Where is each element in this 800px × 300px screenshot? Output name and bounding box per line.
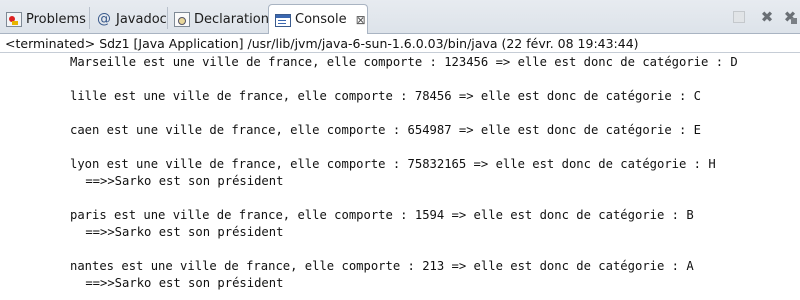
tab-declaration-label: Declaration xyxy=(194,11,269,27)
tab-declaration[interactable]: Declaration xyxy=(168,5,269,33)
console-line: nantes est une ville de france, elle com… xyxy=(70,259,694,273)
tab-problems[interactable]: Problems xyxy=(0,5,90,33)
tab-javadoc-label: Javadoc xyxy=(116,11,167,27)
tab-console[interactable]: Console ⊠ xyxy=(268,4,368,34)
process-status-line: <terminated> Sdz1 [Java Application] /us… xyxy=(0,34,800,53)
console-line: Marseille est une ville de france, elle … xyxy=(70,55,738,69)
console-line: paris est une ville de france, elle comp… xyxy=(70,208,694,222)
console-line: ==>>Sarko est son président xyxy=(78,276,284,290)
remove-launch-icon[interactable]: ✖ xyxy=(760,10,774,25)
terminate-icon[interactable] xyxy=(733,11,745,23)
view-tab-bar: Problems @ Javadoc Declaration Console ⊠… xyxy=(0,0,800,34)
console-line: ==>>Sarko est son président xyxy=(78,174,284,188)
console-line: ==>>Sarko est son président xyxy=(78,225,284,239)
console-icon xyxy=(275,13,291,27)
tab-problems-label: Problems xyxy=(26,11,86,27)
console-line: lyon est une ville de france, elle compo… xyxy=(70,157,716,171)
console-output[interactable]: Marseille est une ville de france, elle … xyxy=(0,53,800,300)
console-line: caen est une ville de france, elle compo… xyxy=(70,123,702,137)
close-tab-icon[interactable]: ⊠ xyxy=(355,13,367,27)
tab-console-label: Console xyxy=(295,12,347,27)
problems-icon xyxy=(6,11,22,27)
declaration-icon xyxy=(174,11,190,27)
tab-javadoc[interactable]: @ Javadoc xyxy=(90,5,168,33)
console-line: lille est une ville de france, elle comp… xyxy=(70,89,702,103)
javadoc-icon: @ xyxy=(97,11,111,27)
console-view: Problems @ Javadoc Declaration Console ⊠… xyxy=(0,0,800,300)
remove-all-terminated-icon[interactable]: ✖ xyxy=(783,10,797,25)
